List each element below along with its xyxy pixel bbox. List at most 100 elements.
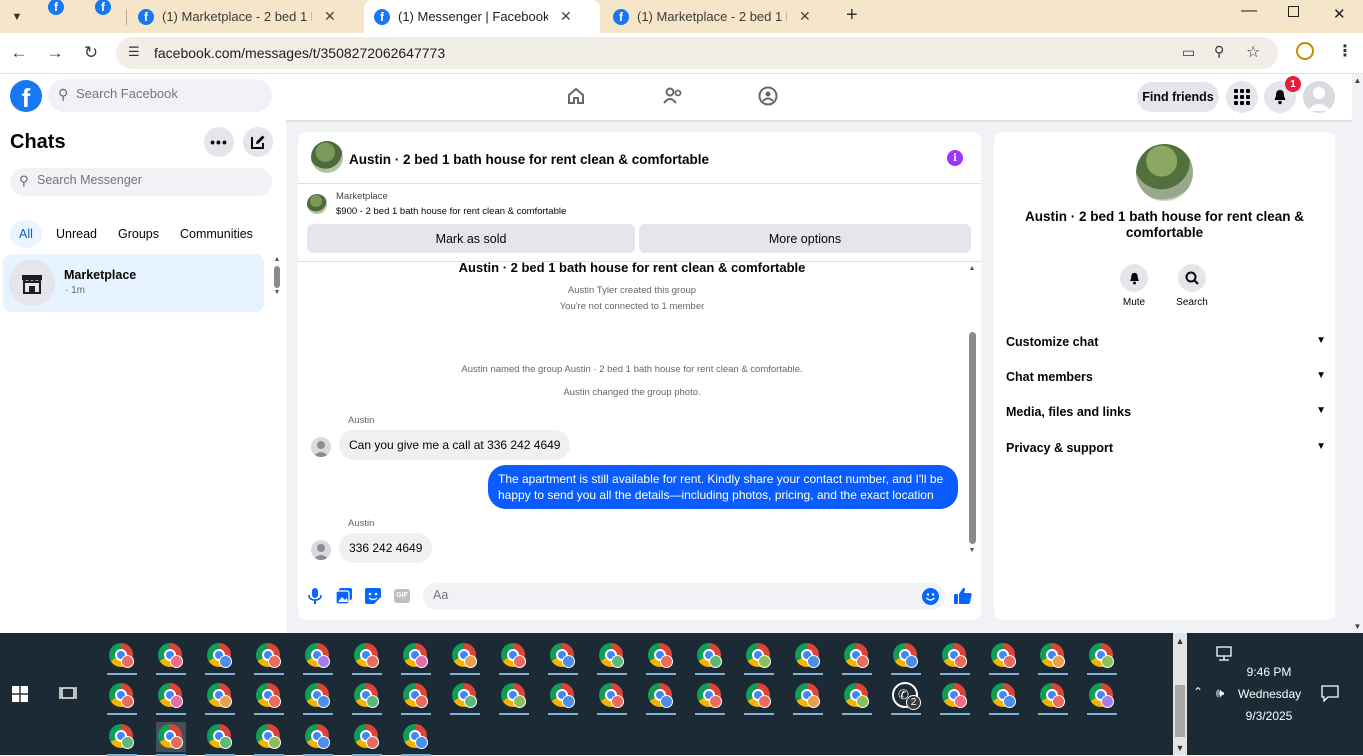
browser-menu-icon[interactable]: ⋮ (1337, 41, 1353, 61)
chrome-profile-taskbar-icon[interactable] (646, 681, 676, 715)
sender-avatar[interactable] (311, 437, 331, 457)
profile-icon[interactable] (1296, 42, 1314, 60)
chrome-profile-taskbar-icon[interactable] (205, 641, 235, 675)
chrome-profile-taskbar-icon[interactable] (205, 681, 235, 715)
browser-tab-marketplace-2[interactable]: f (1) Marketplace - 2 bed 1 bath h ✕ (603, 0, 835, 33)
chrome-profile-taskbar-icon[interactable] (401, 641, 431, 675)
chrome-profile-taskbar-icon[interactable] (597, 641, 627, 675)
message-composer[interactable] (423, 583, 945, 610)
chrome-profile-taskbar-icon[interactable] (352, 722, 382, 756)
group-photo-avatar[interactable] (311, 141, 343, 173)
menu-grid-button[interactable] (1226, 81, 1258, 113)
chrome-profile-taskbar-icon[interactable] (597, 681, 627, 715)
chrome-profile-taskbar-icon[interactable] (254, 641, 284, 675)
messenger-search[interactable]: ⚲ (10, 168, 272, 196)
chrome-profile-taskbar-icon[interactable] (352, 681, 382, 715)
chat-filter-unread[interactable]: Unread (56, 227, 97, 241)
install-app-icon[interactable]: ▭ (1182, 44, 1195, 61)
zoom-icon[interactable]: ⚲ (1214, 43, 1224, 60)
chrome-profile-taskbar-icon[interactable] (842, 681, 872, 715)
back-arrow-icon[interactable]: ← (7, 41, 31, 65)
chrome-profile-taskbar-icon[interactable] (107, 722, 137, 756)
chrome-profile-taskbar-icon[interactable] (107, 641, 137, 675)
emoji-icon[interactable] (922, 588, 939, 605)
chrome-profile-taskbar-icon[interactable] (254, 681, 284, 715)
restore-window-icon[interactable] (1288, 6, 1299, 17)
close-tab-icon[interactable]: ✕ (560, 8, 572, 25)
outgoing-message[interactable]: The apartment is still available for ren… (488, 465, 958, 509)
chrome-profile-taskbar-icon[interactable] (107, 681, 137, 715)
chrome-profile-taskbar-icon[interactable] (401, 722, 431, 756)
attach-photo-icon[interactable] (335, 588, 352, 605)
chat-list-scrollbar[interactable]: ▲ ▼ (272, 256, 282, 308)
mark-as-sold-button[interactable]: Mark as sold (307, 224, 635, 253)
page-scrollbar[interactable]: ▲ ▼ (1352, 74, 1363, 633)
chrome-profile-taskbar-icon[interactable] (940, 681, 970, 715)
chrome-profile-taskbar-icon[interactable] (548, 681, 578, 715)
chrome-profile-taskbar-icon[interactable] (548, 641, 578, 675)
chat-list-item[interactable]: Marketplace · 1m (3, 254, 264, 312)
messenger-search-input[interactable] (37, 173, 257, 187)
sender-avatar[interactable] (311, 540, 331, 560)
chrome-profile-taskbar-icon[interactable] (303, 681, 333, 715)
whatsapp-taskbar-icon[interactable]: ✆ 2 (891, 681, 921, 715)
minimize-window-icon[interactable]: — (1241, 2, 1257, 20)
groups-nav-icon[interactable] (758, 86, 778, 106)
search-in-conversation-button[interactable] (1178, 264, 1206, 292)
chrome-profile-taskbar-icon[interactable] (156, 722, 186, 756)
find-friends-button[interactable]: Find friends (1137, 82, 1219, 112)
chrome-profile-taskbar-icon[interactable] (303, 722, 333, 756)
chrome-profile-taskbar-icon[interactable] (1087, 641, 1117, 675)
chrome-profile-taskbar-icon[interactable] (303, 641, 333, 675)
chrome-profile-taskbar-icon[interactable] (842, 641, 872, 675)
tab-search-icon[interactable]: ▼ (6, 6, 28, 28)
show-hidden-icons-chevron-up-icon[interactable]: ⌃ (1193, 685, 1203, 699)
network-icon[interactable] (1215, 646, 1233, 662)
more-options-button[interactable]: More options (639, 224, 971, 253)
chrome-profile-taskbar-icon[interactable] (695, 681, 725, 715)
chrome-profile-taskbar-icon[interactable] (891, 641, 921, 675)
browser-tab-messenger[interactable]: f (1) Messenger | Facebook ✕ (364, 0, 600, 33)
gif-icon[interactable]: GIF (394, 589, 410, 603)
taskbar-scroll[interactable]: ▲ ▼ (1173, 633, 1187, 755)
chrome-profile-taskbar-icon[interactable] (1038, 641, 1068, 675)
close-window-icon[interactable]: ✕ (1333, 5, 1346, 23)
chrome-profile-taskbar-icon[interactable] (254, 722, 284, 756)
privacy-support-section[interactable]: Privacy & support ▼ (1006, 441, 1326, 455)
browser-tab-marketplace-1[interactable]: f (1) Marketplace - 2 bed 1 bath h ✕ (128, 0, 360, 33)
listing-thumbnail[interactable] (307, 194, 327, 214)
chrome-profile-taskbar-icon[interactable] (744, 681, 774, 715)
chrome-profile-taskbar-icon[interactable] (1038, 681, 1068, 715)
facebook-search[interactable]: ⚲ (48, 79, 272, 112)
facebook-logo-icon[interactable]: f (10, 80, 42, 113)
chat-filter-all[interactable]: All (10, 220, 42, 248)
chrome-profile-taskbar-icon[interactable] (793, 641, 823, 675)
close-tab-icon[interactable]: ✕ (324, 8, 336, 25)
new-tab-icon[interactable]: + (846, 4, 858, 27)
clock-day[interactable]: Wednesday (1238, 687, 1301, 701)
chrome-profile-taskbar-icon[interactable] (450, 681, 480, 715)
home-nav-icon[interactable] (566, 86, 586, 106)
clock-time[interactable]: 9:46 PM (1240, 665, 1298, 679)
windows-start-icon[interactable] (12, 686, 28, 702)
messages-scrollbar[interactable]: ▲ ▼ (967, 265, 977, 568)
chrome-profile-taskbar-icon[interactable] (646, 641, 676, 675)
chrome-profile-taskbar-icon[interactable] (744, 641, 774, 675)
message-input[interactable] (433, 588, 913, 602)
voice-clip-icon[interactable] (308, 588, 322, 604)
chat-filter-communities[interactable]: Communities (180, 227, 253, 241)
incoming-message[interactable]: 336 242 4649 (339, 533, 433, 563)
forward-arrow-icon[interactable]: → (43, 41, 67, 65)
task-view-icon[interactable] (59, 685, 77, 701)
chat-filter-groups[interactable]: Groups (118, 227, 159, 241)
chrome-profile-taskbar-icon[interactable] (401, 681, 431, 715)
volume-icon[interactable]: 🕪 (1216, 685, 1224, 701)
chrome-profile-taskbar-icon[interactable] (1087, 681, 1117, 715)
close-tab-icon[interactable]: ✕ (799, 8, 811, 25)
site-settings-icon[interactable]: ☰ (128, 44, 140, 60)
account-avatar[interactable] (1303, 81, 1335, 113)
chrome-profile-taskbar-icon[interactable] (793, 681, 823, 715)
incoming-message[interactable]: Can you give me a call at 336 242 4649 (339, 430, 571, 460)
chrome-profile-taskbar-icon[interactable] (352, 641, 382, 675)
chrome-profile-taskbar-icon[interactable] (989, 641, 1019, 675)
